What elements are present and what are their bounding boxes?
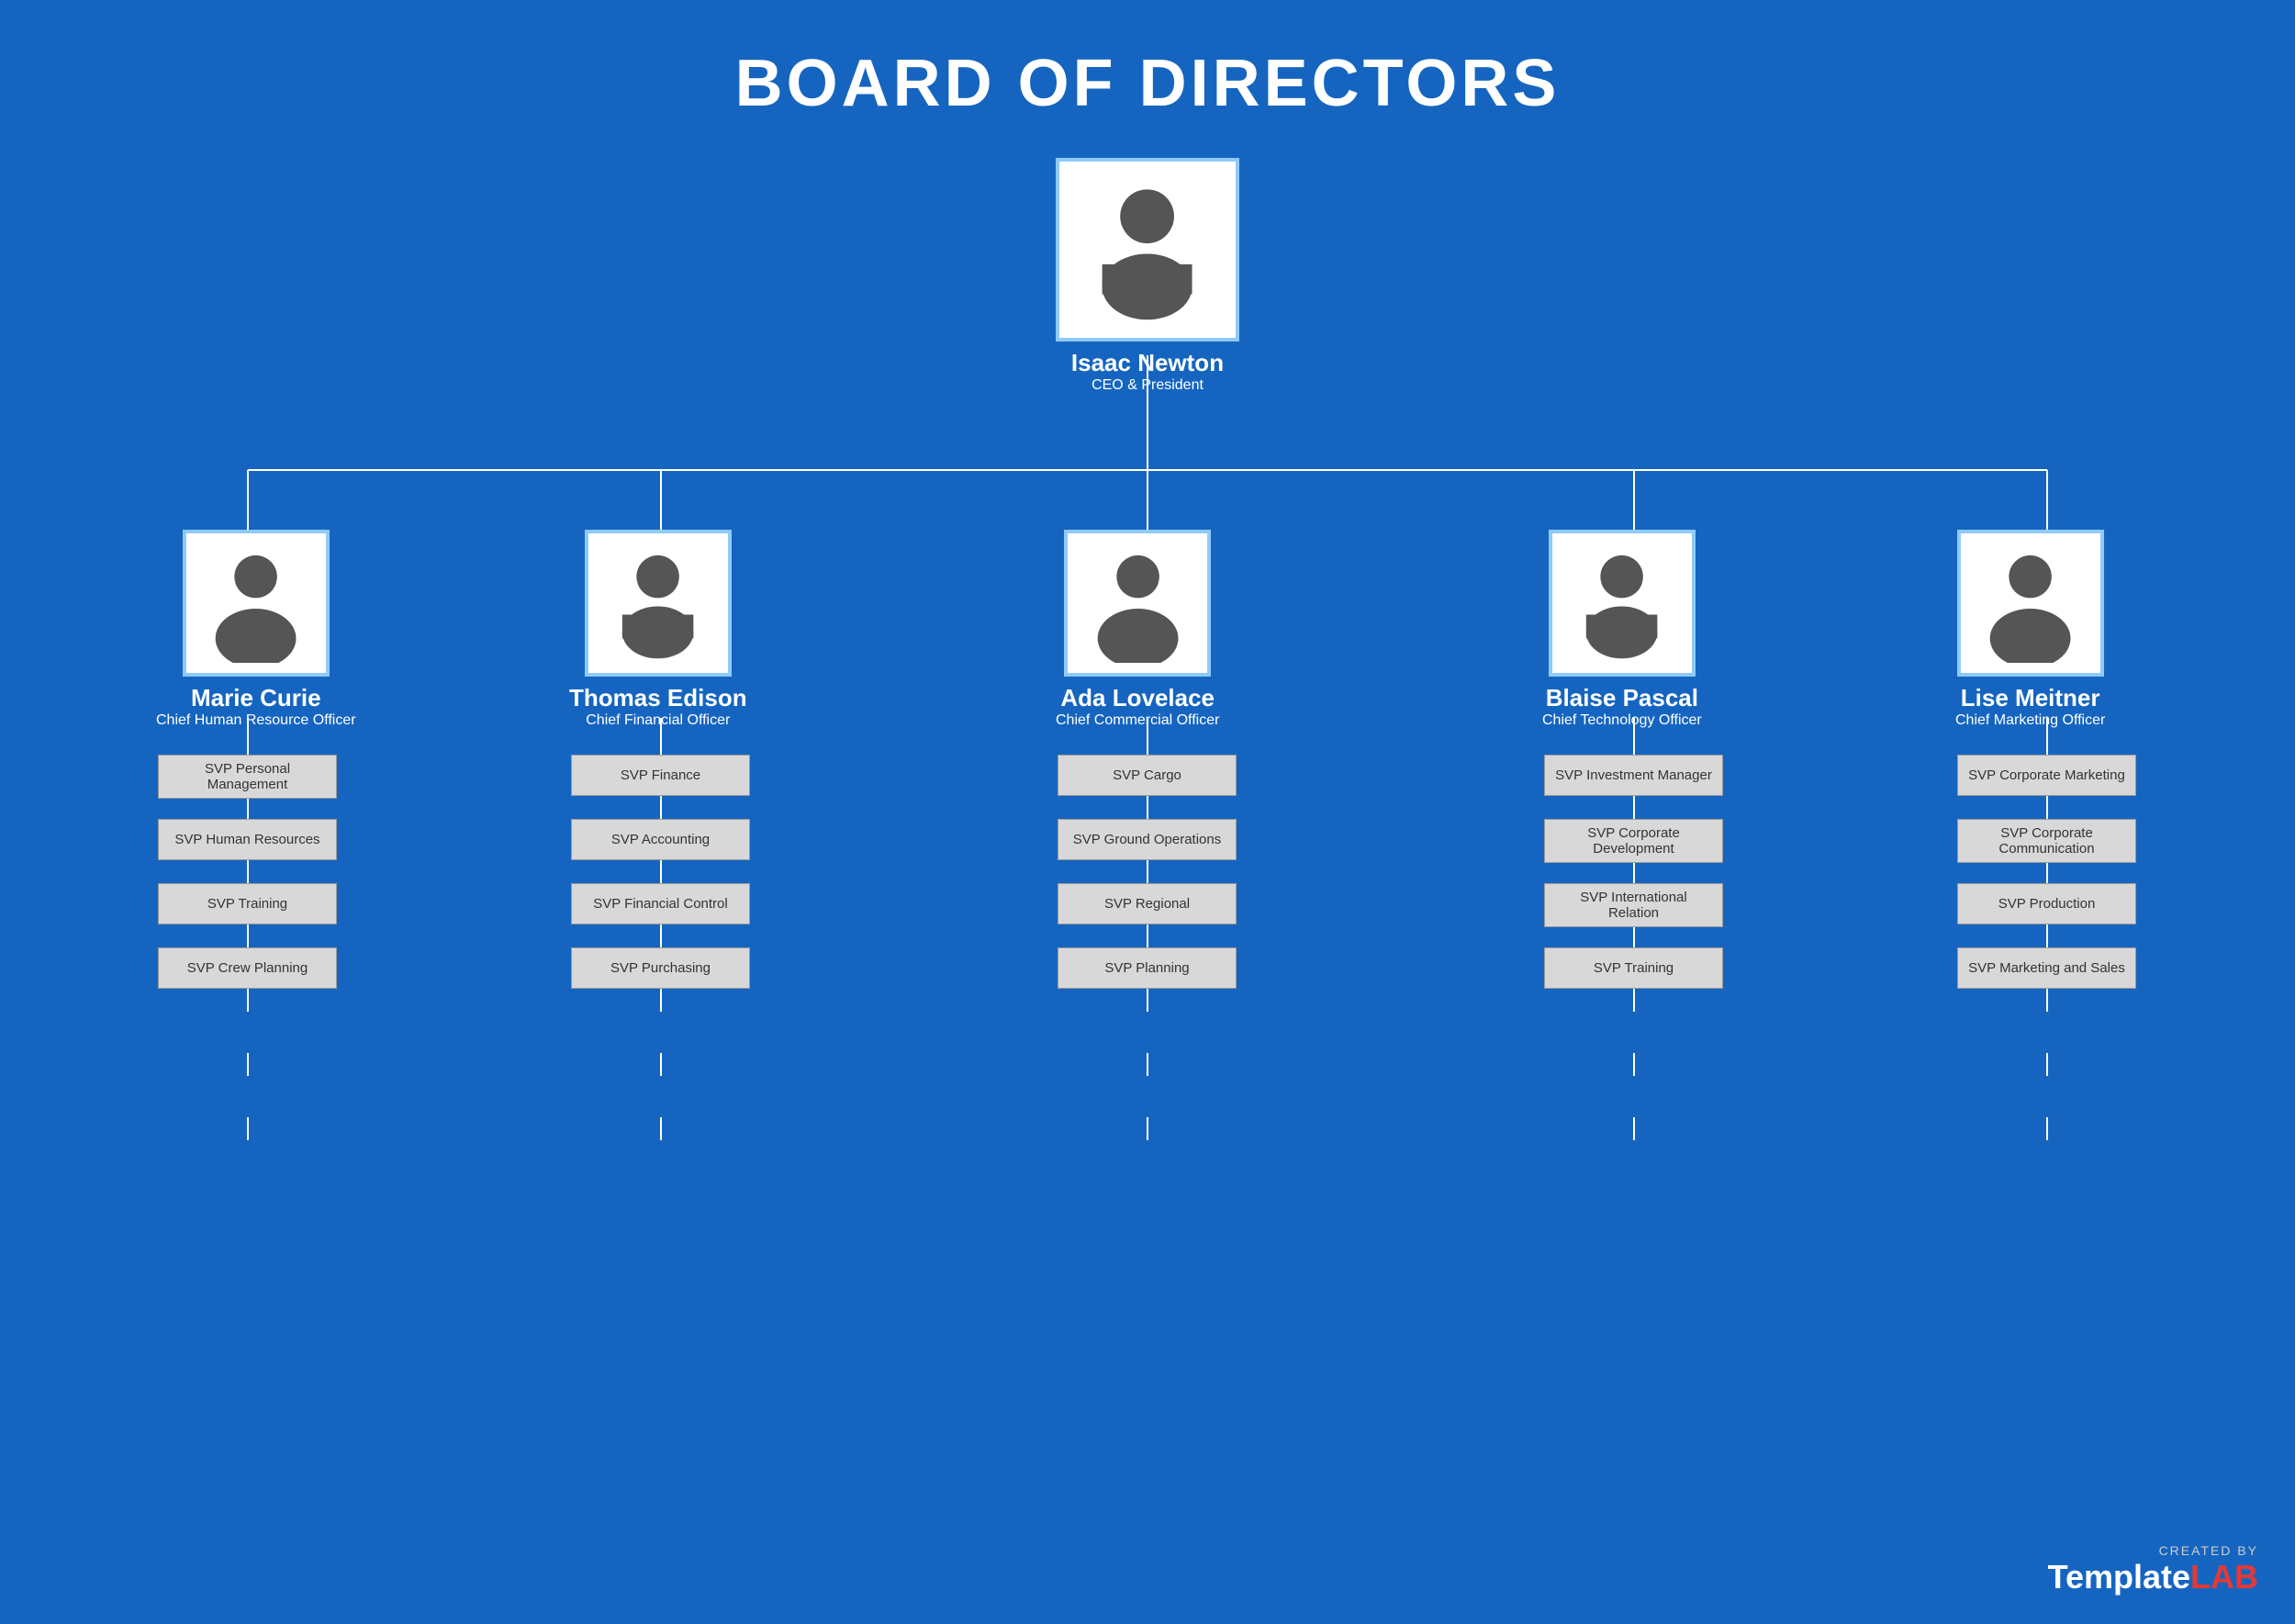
ceo-avatar — [1056, 158, 1239, 342]
ceo-node: Isaac Newton CEO & President — [1056, 158, 1239, 394]
svp-0-3: SVP Crew Planning — [158, 947, 337, 989]
director-node-2: Ada Lovelace Chief Commercial Officer — [1056, 530, 1219, 729]
ceo-name: Isaac Newton — [1071, 349, 1224, 377]
director-title-2: Chief Commercial Officer — [1056, 712, 1219, 729]
director-title-1: Chief Financial Officer — [586, 712, 730, 729]
person-silhouette-female-0 — [196, 543, 315, 662]
director-name-3: Blaise Pascal — [1546, 684, 1698, 712]
page-title: BOARD OF DIRECTORS — [0, 0, 2295, 149]
svp-0-0: SVP Personal Management — [158, 755, 337, 799]
person-silhouette-male-3 — [1562, 543, 1681, 662]
svp-2-2: SVP Regional — [1058, 883, 1237, 924]
watermark: CREATED BY TemplateLAB — [2048, 1543, 2258, 1596]
svp-2-1: SVP Ground Operations — [1058, 819, 1237, 860]
svp-1-2: SVP Financial Control — [571, 883, 750, 924]
director-node-0: Marie Curie Chief Human Resource Officer — [156, 530, 356, 729]
director-avatar-4 — [1957, 530, 2104, 677]
svp-0-1: SVP Human Resources — [158, 819, 337, 860]
svp-1-3: SVP Purchasing — [571, 947, 750, 989]
svp-2-3: SVP Planning — [1058, 947, 1237, 989]
svp-1-0: SVP Finance — [571, 755, 750, 796]
watermark-lab-text: LAB — [2190, 1558, 2258, 1596]
director-node-1: Thomas Edison Chief Financial Officer — [569, 530, 747, 729]
director-avatar-1 — [585, 530, 732, 677]
director-avatar-3 — [1549, 530, 1696, 677]
org-chart: Isaac Newton CEO & President Marie Curie… — [0, 149, 2295, 1618]
watermark-template-text: Template — [2048, 1558, 2190, 1596]
person-silhouette-male-1 — [599, 543, 717, 662]
director-title-4: Chief Marketing Officer — [1955, 712, 2105, 729]
svp-3-2: SVP International Relation — [1544, 883, 1723, 927]
svp-4-2: SVP Production — [1957, 883, 2136, 924]
director-node-4: Lise Meitner Chief Marketing Officer — [1955, 530, 2105, 729]
ceo-title: CEO & President — [1092, 377, 1203, 394]
director-title-3: Chief Technology Officer — [1542, 712, 1702, 729]
director-avatar-2 — [1064, 530, 1211, 677]
watermark-brand: TemplateLAB — [2048, 1558, 2258, 1596]
person-silhouette-female-2 — [1079, 543, 1197, 662]
director-node-3: Blaise Pascal Chief Technology Officer — [1542, 530, 1702, 729]
svp-3-0: SVP Investment Manager — [1544, 755, 1723, 796]
director-name-1: Thomas Edison — [569, 684, 747, 712]
svp-4-0: SVP Corporate Marketing — [1957, 755, 2136, 796]
person-silhouette-female-4 — [1971, 543, 2089, 662]
watermark-created-by: CREATED BY — [2159, 1543, 2258, 1558]
director-title-0: Chief Human Resource Officer — [156, 712, 356, 729]
director-name-0: Marie Curie — [191, 684, 321, 712]
svp-3-3: SVP Training — [1544, 947, 1723, 989]
director-avatar-0 — [183, 530, 330, 677]
svp-4-1: SVP Corporate Communication — [1957, 819, 2136, 863]
svp-4-3: SVP Marketing and Sales — [1957, 947, 2136, 989]
director-name-2: Ada Lovelace — [1060, 684, 1215, 712]
svp-2-0: SVP Cargo — [1058, 755, 1237, 796]
svp-0-2: SVP Training — [158, 883, 337, 924]
svp-1-1: SVP Accounting — [571, 819, 750, 860]
director-name-4: Lise Meitner — [1961, 684, 2100, 712]
svp-3-1: SVP Corporate Development — [1544, 819, 1723, 863]
person-silhouette — [1072, 174, 1222, 324]
